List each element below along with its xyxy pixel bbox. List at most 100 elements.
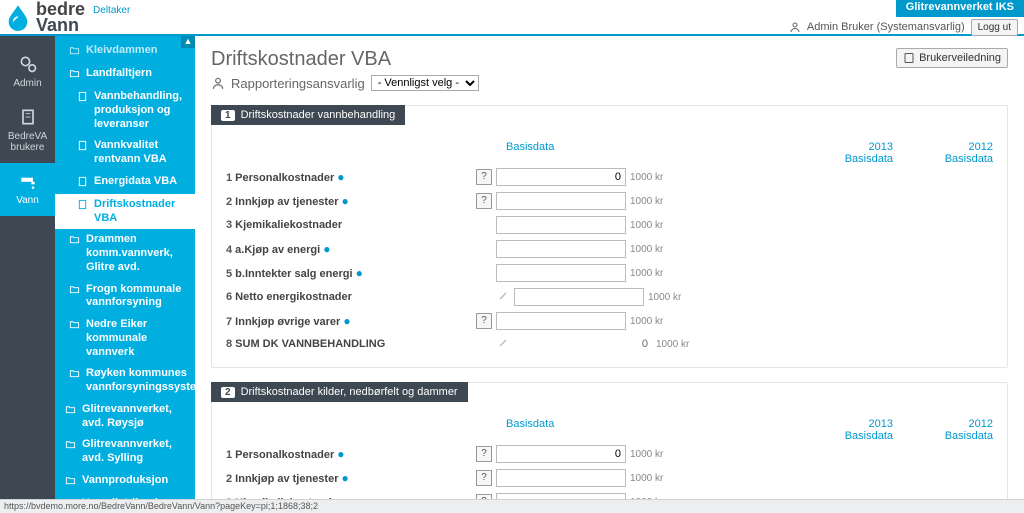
sidebar-item-9[interactable]: Røyken kommunes vannforsyningssystem (55, 363, 195, 399)
help-button[interactable]: ? (476, 470, 492, 486)
form-row-3: 3 Kjemikaliekostnader ●?1000 kr (226, 490, 993, 499)
row-label: 1 Personalkostnader ● (226, 170, 476, 184)
sidebar-item-4[interactable]: Energidata VBA (55, 171, 195, 194)
year-col: 2013Basisdata (833, 141, 893, 165)
unit-label: 1000 kr (626, 268, 676, 279)
sidebar-item-12[interactable]: Vannproduksjon (55, 470, 195, 493)
nav-rail: Admin BedreVA brukere Vann (0, 36, 55, 499)
person-icon (211, 76, 225, 90)
sidebar-item-label: Driftskostnader VBA (94, 198, 189, 226)
brand-deltaker: Deltaker (93, 5, 130, 16)
sidebar-item-label: Vannkvalitet rentvann VBA (94, 139, 189, 167)
sidebar-item-label: Energidata VBA (94, 175, 189, 189)
form-row-2: 2 Innkjøp av tjenester ●?1000 kr (226, 466, 993, 490)
brand-line2: Vann (36, 15, 79, 35)
value-input[interactable] (496, 264, 626, 282)
unit-label: 1000 kr (626, 316, 676, 327)
help-button[interactable]: ? (476, 446, 492, 462)
sidebar-item-label: Vannproduksjon (82, 474, 189, 488)
help-button[interactable]: ? (476, 313, 492, 329)
value-input[interactable] (514, 288, 644, 306)
folder-icon (69, 284, 81, 298)
row-label: 2 Innkjøp av tjenester ● (226, 471, 476, 485)
sidebar-item-7[interactable]: Frogn kommunale vannforsyning (55, 279, 195, 315)
year-col: 2013Basisdata (833, 418, 893, 442)
panel-number: 1 (221, 110, 235, 121)
calc-icon (496, 289, 512, 305)
brand-logo: bedre Vann Deltaker (4, 1, 130, 33)
value-input[interactable] (496, 168, 626, 186)
user-guide-button[interactable]: Brukerveiledning (896, 48, 1008, 68)
sidebar-item-label: Glitrevannverket, avd. Sylling (82, 438, 189, 466)
sidebar-item-3[interactable]: Vannkvalitet rentvann VBA (55, 135, 195, 171)
unit-label: 1000 kr (626, 196, 676, 207)
form-row-1: 1 Personalkostnader ●? 1000 kr (226, 165, 993, 189)
responsible-select[interactable]: - Vennligst velg - (371, 75, 479, 91)
row-label: 8 SUM DK VANNBEHANDLING (226, 338, 476, 350)
sidebar-item-11[interactable]: Glitrevannverket, avd. Sylling (55, 434, 195, 470)
nav-bedreva[interactable]: BedreVA brukere (0, 99, 55, 163)
form-row-8: 8 SUM DK VANNBEHANDLING01000 kr (226, 333, 993, 355)
nav-vann[interactable]: Vann (0, 163, 55, 216)
value-input[interactable] (496, 445, 626, 463)
sidebar-item-1[interactable]: Landfalltjern (55, 63, 195, 86)
unit-label: 1000 kr (626, 220, 676, 231)
folder-icon (69, 319, 81, 333)
sidebar-item-8[interactable]: Nedre Eiker kommunale vannverk (55, 314, 195, 363)
row-label: 2 Innkjøp av tjenester ● (226, 194, 476, 208)
file-icon (77, 176, 89, 190)
sidebar-item-label: Kleivdammen (86, 44, 189, 58)
form-row-3: 3 Kjemikaliekostnader1000 kr (226, 213, 993, 237)
folder-icon (69, 68, 81, 82)
folder-icon (65, 404, 77, 418)
sidebar-item-label: Landfalltjern (86, 67, 189, 81)
value-input[interactable] (496, 312, 626, 330)
sidebar-item-6[interactable]: Drammen komm.vannverk, Glitre avd. (55, 229, 195, 278)
form-row-2: 2 Innkjøp av tjenester ●? 1000 kr (226, 189, 993, 213)
drop-icon (4, 3, 32, 31)
unit-label: 1000 kr (644, 292, 694, 303)
user-icon (789, 21, 801, 33)
form-row-6: 6 Netto energikostnader1000 kr (226, 285, 993, 309)
help-button[interactable]: ? (476, 193, 492, 209)
year-header-row: Basisdata2013Basisdata2012Basisdata (226, 418, 993, 442)
sidebar-item-label: Røyken kommunes vannforsyningssystem (86, 367, 195, 395)
year-header-row: Basisdata2013Basisdata 2012Basisdata (226, 141, 993, 165)
sidebar-item-10[interactable]: Glitrevannverket, avd. Røysjø (55, 399, 195, 435)
value-input[interactable] (496, 469, 626, 487)
file-icon (77, 91, 89, 105)
sidebar-item-2[interactable]: Vannbehandling, produksjon og leveranser (55, 86, 195, 135)
calc-icon (496, 336, 512, 352)
folder-icon (65, 475, 77, 489)
sidebar-item-5[interactable]: Driftskostnader VBA (55, 194, 195, 230)
sum-value: 0 (514, 338, 652, 350)
panel-title: Driftskostnader vannbehandling (241, 109, 396, 121)
sidebar-item-label: Frogn kommunale vannforsyning (86, 283, 189, 311)
unit-label: 1000 kr (626, 244, 676, 255)
nav-admin[interactable]: Admin (0, 46, 55, 99)
folder-icon (69, 45, 81, 59)
year-col: 2012Basisdata (933, 141, 993, 165)
value-input[interactable] (496, 240, 626, 258)
file-icon (77, 199, 89, 213)
year-col: 2012Basisdata (933, 418, 993, 442)
user-label: Admin Bruker (Systemansvarlig) (807, 21, 965, 33)
unit-label: 1000 kr (626, 172, 676, 183)
logout-button[interactable]: Logg ut (971, 19, 1018, 36)
row-label: 5 b.Inntekter salg energi ● (226, 266, 476, 280)
sidebar-item-label: Nedre Eiker kommunale vannverk (86, 318, 189, 359)
panel-title: Driftskostnader kilder, nedbørfelt og da… (241, 386, 458, 398)
folder-icon (69, 234, 81, 248)
sidebar-item-label: Vannbehandling, produksjon og leveranser (94, 90, 189, 131)
row-label: 1 Personalkostnader ● (226, 447, 476, 461)
form-row-5: 5 b.Inntekter salg energi ● 1000 kr (226, 261, 993, 285)
basisdata-label: Basisdata (506, 141, 833, 153)
form-row-7: 7 Innkjøp øvrige varer ●? 1000 kr (226, 309, 993, 333)
nav-vann-label: Vann (16, 195, 39, 206)
sidebar-item-0[interactable]: Kleivdammen (55, 40, 195, 63)
panel-tab: 1 Driftskostnader vannbehandling (211, 105, 405, 125)
value-input[interactable] (496, 192, 626, 210)
row-label: 7 Innkjøp øvrige varer ● (226, 314, 476, 328)
help-button[interactable]: ? (476, 169, 492, 185)
value-input[interactable] (496, 216, 626, 234)
